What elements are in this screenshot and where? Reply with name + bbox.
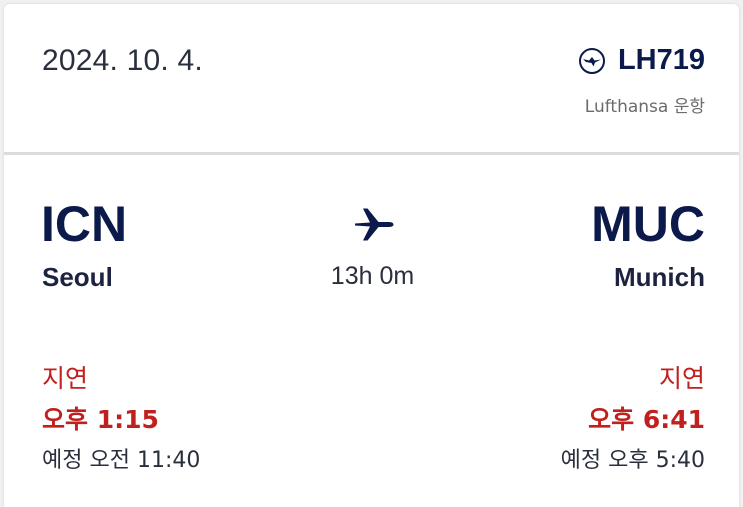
flight-number-row: LH719 <box>578 44 705 77</box>
flight-card-header: 2024. 10. 4. LH719 Lufthansa 운항 <box>4 4 739 152</box>
arrival-actual-time: 오후 6:41 <box>588 405 705 434</box>
departure-actual-time: 오후 1:15 <box>42 405 159 434</box>
header-divider <box>4 152 739 155</box>
departure-scheduled-time: 예정 오전 11:40 <box>42 448 201 473</box>
origin-airport-code: ICN <box>41 196 128 252</box>
arrival-scheduled-time: 예정 오후 5:40 <box>560 448 705 473</box>
departure-status: 지연 <box>42 364 89 393</box>
flight-date: 2024. 10. 4. <box>42 44 203 77</box>
arrival-status: 지연 <box>658 364 705 393</box>
operating-airline: Lufthansa 운항 <box>584 97 705 117</box>
flight-card: 2024. 10. 4. LH719 Lufthansa 운항 ICN Seou… <box>4 4 739 507</box>
destination-airport-code: MUC <box>591 196 705 252</box>
flight-number: LH719 <box>617 44 705 76</box>
airplane-icon <box>353 206 395 244</box>
destination-city: Munich <box>614 262 705 292</box>
lufthansa-crane-icon <box>578 47 606 75</box>
